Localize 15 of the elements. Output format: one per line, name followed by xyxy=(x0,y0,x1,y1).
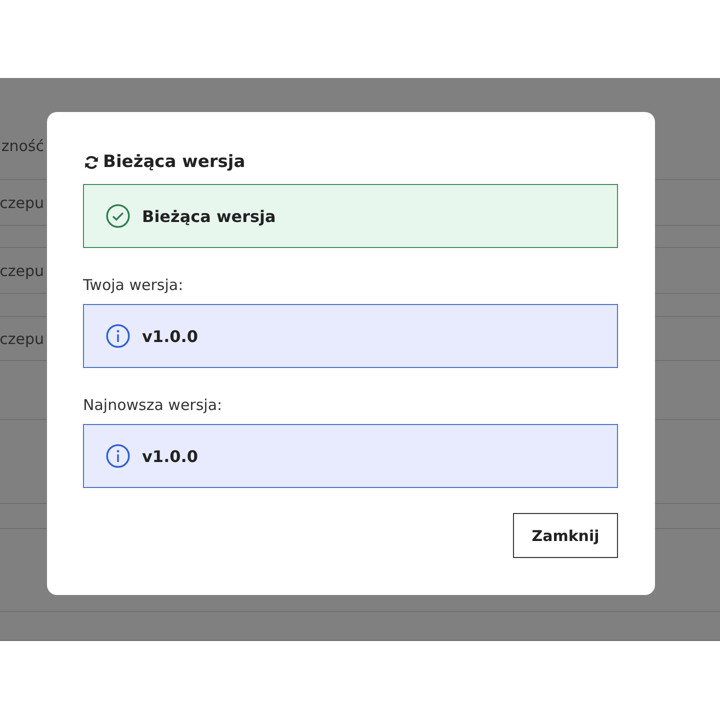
close-button[interactable]: Zamknij xyxy=(513,513,618,558)
box-text: Bieżąca wersja xyxy=(142,206,276,226)
refresh-icon xyxy=(83,154,100,170)
check-circle-icon xyxy=(106,204,130,228)
info-icon xyxy=(106,324,130,348)
background-label: czepu xyxy=(0,330,44,348)
dialog-title: Bieżąca wersja xyxy=(103,152,246,172)
field-label: Twoja wersja: xyxy=(83,276,184,295)
info-icon xyxy=(106,444,130,468)
box-text: v1.0.0 xyxy=(142,446,198,466)
background-label: zność xyxy=(1,137,44,155)
field-label: Najnowsza wersja: xyxy=(83,396,224,415)
background-label: czepu xyxy=(0,194,44,212)
box-text: v1.0.0 xyxy=(142,326,198,346)
background-label: czepu xyxy=(0,262,44,280)
